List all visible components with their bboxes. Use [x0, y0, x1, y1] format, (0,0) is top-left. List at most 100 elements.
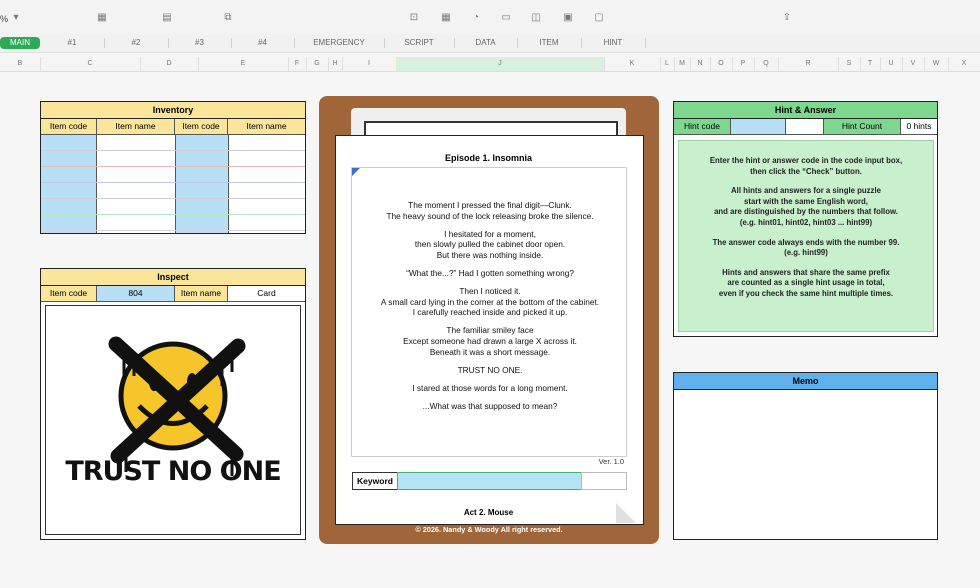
keyword-extra-cell	[581, 472, 627, 490]
inspect-name-label: Item name	[175, 286, 228, 302]
column-label[interactable]: Q	[754, 57, 779, 71]
hint-code-label: Hint code	[674, 119, 731, 135]
column-label[interactable]: P	[732, 57, 755, 71]
inspect-code-label: Item code	[41, 286, 97, 302]
memo-panel: Memo	[673, 372, 938, 540]
column-label[interactable]: C	[40, 57, 141, 71]
tab-1[interactable]: #1	[40, 34, 104, 52]
column-label[interactable]: I	[342, 57, 397, 71]
keyword-input[interactable]	[397, 472, 582, 490]
column-label[interactable]: V	[902, 57, 925, 71]
inventory-row[interactable]	[41, 151, 305, 167]
tab-data[interactable]: DATA	[454, 34, 517, 52]
column-label[interactable]: T	[860, 57, 881, 71]
hint-instruction-paragraph: All hints and answers for a single puzzl…	[714, 186, 898, 227]
column-label[interactable]: F	[288, 57, 307, 71]
column-label[interactable]: L	[660, 57, 675, 71]
tab-main[interactable]: MAIN	[0, 37, 40, 49]
tab-item[interactable]: ITEM	[517, 34, 581, 52]
smiley-card-image	[108, 336, 246, 476]
story-paragraph: TRUST NO ONE.	[457, 364, 523, 375]
column-label[interactable]: D	[140, 57, 199, 71]
share-icon[interactable]: ⇪	[781, 13, 793, 23]
inventory-header-code: Item code	[175, 119, 228, 135]
hint-instruction-paragraph: The answer code always ends with the num…	[712, 237, 900, 258]
hint-count-label: Hint Count	[824, 119, 901, 135]
reorganize-icon[interactable]: ⧉	[222, 13, 234, 23]
memo-input[interactable]	[674, 390, 937, 539]
inventory-row[interactable]	[41, 215, 305, 231]
version-label: Ver. 1.0	[598, 457, 624, 466]
column-label[interactable]: E	[198, 57, 289, 71]
column-label[interactable]: X	[948, 57, 980, 71]
comment-marker-icon	[352, 168, 360, 176]
column-label[interactable]: S	[838, 57, 861, 71]
insert-icon[interactable]: ⊡	[408, 13, 420, 23]
story-paragraph: The familiar smiley face Except someone h…	[403, 325, 577, 357]
comment-icon[interactable]: ▢	[593, 13, 605, 23]
inventory-panel: Inventory Item code Item name Item code …	[40, 101, 306, 234]
hint-title: Hint & Answer	[674, 102, 937, 119]
story-paragraph: ...What was that supposed to mean?	[422, 400, 558, 411]
story-paragraph: Then I noticed it. A small card lying in …	[380, 286, 600, 318]
zoom-chevron-icon[interactable]: ▾	[10, 13, 22, 23]
inventory-header-name: Item name	[228, 119, 305, 135]
story-paragraph: “What the...?” Had I gotten something wr…	[406, 267, 574, 278]
column-label[interactable]: R	[778, 57, 839, 71]
hint-instruction-paragraph: Enter the hint or answer code in the cod…	[709, 156, 903, 176]
hint-check-cell[interactable]	[786, 119, 824, 135]
episode-title: Episode 1. Insomnia	[444, 153, 533, 163]
column-label-selected[interactable]: J	[396, 57, 605, 71]
hint-code-input[interactable]	[731, 119, 786, 135]
keyword-label: Keyword	[352, 472, 398, 490]
zoom-control[interactable]: %	[0, 14, 8, 24]
inventory-title: Inventory	[41, 102, 305, 119]
column-label[interactable]: B	[0, 57, 41, 71]
column-label[interactable]: G	[306, 57, 329, 71]
story-paragraph: I hesitated for a moment, then slowly pul…	[414, 228, 566, 260]
column-label[interactable]: N	[690, 57, 711, 71]
hint-instructions: Enter the hint or answer code in the cod…	[678, 140, 934, 332]
chart-icon[interactable]: ◔	[470, 13, 482, 23]
inventory-row[interactable]	[41, 135, 305, 151]
inventory-row[interactable]	[41, 199, 305, 215]
inventory-row[interactable]	[41, 167, 305, 183]
inspect-name-value: Card	[228, 286, 305, 302]
trust-no-one-graffiti: TRUST NO ONE	[65, 456, 281, 487]
act-label: Act 2. Mouse	[463, 508, 514, 517]
column-label[interactable]: M	[674, 57, 691, 71]
inspect-image-frame: TRUST NO ONE	[45, 305, 301, 535]
tab-2[interactable]: #2	[104, 34, 168, 52]
inspect-code-input[interactable]: 804	[97, 286, 175, 302]
tab-script[interactable]: SCRIPT	[384, 34, 454, 52]
column-label[interactable]: O	[710, 57, 733, 71]
hint-instruction-paragraph: Hints and answers that share the same pr…	[718, 267, 894, 298]
column-label[interactable]: H	[328, 57, 343, 71]
sheet-tabs: MAIN #1 #2 #3 #4 EMERGENCY SCRIPT DATA I…	[0, 34, 980, 53]
tab-4[interactable]: #4	[231, 34, 294, 52]
memo-title: Memo	[674, 373, 937, 390]
cells-icon[interactable]: ▤	[161, 13, 173, 23]
tab-hint[interactable]: HINT	[581, 34, 645, 52]
column-header: B C D E F G H I J K L M N O P Q R S T U …	[0, 57, 980, 72]
tab-3[interactable]: #3	[168, 34, 231, 52]
table-insert-icon[interactable]: ▦	[440, 13, 452, 23]
shape-icon[interactable]: ◫	[530, 13, 542, 23]
text-icon[interactable]: ▭	[500, 13, 512, 23]
column-label[interactable]: K	[604, 57, 661, 71]
story-text: The moment I pressed the final digit—Clu…	[351, 200, 629, 419]
column-label[interactable]: U	[880, 57, 903, 71]
inspect-panel: Inspect Item code 804 Item name Card TRU…	[40, 268, 306, 540]
media-icon[interactable]: ▣	[562, 13, 574, 23]
inventory-row[interactable]	[41, 183, 305, 199]
toolbar: % ▾ ▦ ▤ ⧉ ⊡ ▦ ◔ ▭ ◫ ▣ ▢ ⇪	[0, 0, 980, 35]
tab-emergency[interactable]: EMERGENCY	[294, 34, 384, 52]
inspect-title: Inspect	[41, 269, 305, 286]
tab-divider	[645, 38, 646, 48]
inventory-header-code: Item code	[41, 119, 97, 135]
hint-count-value: 0 hints	[901, 119, 937, 135]
column-label[interactable]: W	[924, 57, 949, 71]
inventory-header-name: Item name	[97, 119, 175, 135]
table-icon[interactable]: ▦	[96, 13, 108, 23]
copyright-text: © 2026. Nandy & Woody All right reserved…	[415, 525, 563, 534]
